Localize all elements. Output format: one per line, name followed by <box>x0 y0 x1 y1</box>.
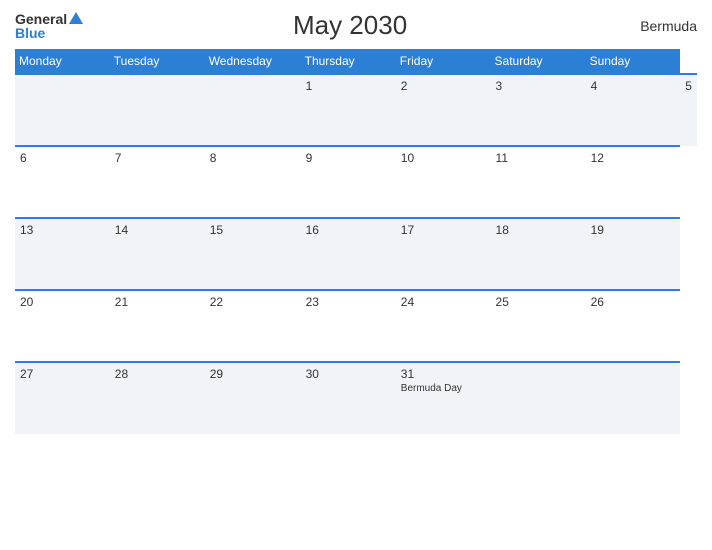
date-number: 29 <box>210 367 296 381</box>
date-number: 8 <box>210 151 296 165</box>
calendar-cell: 4 <box>586 74 681 146</box>
logo-blue-text: Blue <box>15 26 45 40</box>
col-sunday: Sunday <box>586 49 681 74</box>
date-number: 21 <box>115 295 200 309</box>
calendar-cell: 31 Bermuda Day <box>396 362 491 434</box>
calendar-cell: 15 <box>205 218 301 290</box>
calendar-cell: 8 <box>205 146 301 218</box>
week-row-1: 12345 <box>15 74 697 146</box>
date-number: 30 <box>306 367 391 381</box>
col-thursday: Thursday <box>301 49 396 74</box>
calendar-cell: 1 <box>301 74 396 146</box>
calendar-cell <box>110 74 205 146</box>
weekday-header-row: Monday Tuesday Wednesday Thursday Friday… <box>15 49 697 74</box>
logo-general-text: General <box>15 12 67 26</box>
date-number: 20 <box>20 295 105 309</box>
calendar-cell: 16 <box>301 218 396 290</box>
date-number: 12 <box>591 151 676 165</box>
date-number: 14 <box>115 223 200 237</box>
logo: General Blue <box>15 12 83 40</box>
week-row-2: 6789 10 11 12 <box>15 146 697 218</box>
region-label: Bermuda <box>617 18 697 34</box>
calendar-cell: 11 <box>491 146 586 218</box>
calendar-cell: 6 <box>15 146 110 218</box>
date-number: 15 <box>210 223 296 237</box>
event-label: Bermuda Day <box>401 383 486 394</box>
calendar-cell <box>491 362 586 434</box>
calendar-cell: 18 <box>491 218 586 290</box>
calendar-cell: 14 <box>110 218 205 290</box>
date-number: 17 <box>401 223 486 237</box>
calendar-cell: 24 <box>396 290 491 362</box>
col-tuesday: Tuesday <box>110 49 205 74</box>
calendar-cell: 10 <box>396 146 491 218</box>
calendar-cell: 22 <box>205 290 301 362</box>
calendar-cell: 2 <box>396 74 491 146</box>
date-number: 19 <box>591 223 676 237</box>
date-number: 26 <box>591 295 676 309</box>
date-number: 13 <box>20 223 105 237</box>
calendar-cell: 17 <box>396 218 491 290</box>
calendar-cell <box>15 74 110 146</box>
col-friday: Friday <box>396 49 491 74</box>
date-number: 22 <box>210 295 296 309</box>
date-number: 24 <box>401 295 486 309</box>
date-number: 1 <box>306 79 391 93</box>
col-wednesday: Wednesday <box>205 49 301 74</box>
col-saturday: Saturday <box>491 49 586 74</box>
date-number: 27 <box>20 367 105 381</box>
calendar-cell: 21 <box>110 290 205 362</box>
date-number: 6 <box>20 151 105 165</box>
date-number: 4 <box>591 79 676 93</box>
col-monday: Monday <box>15 49 110 74</box>
calendar-cell: 29 <box>205 362 301 434</box>
calendar-cell: 25 <box>491 290 586 362</box>
calendar-cell: 12 <box>586 146 681 218</box>
date-number: 3 <box>496 79 581 93</box>
calendar-cell: 3 <box>491 74 586 146</box>
calendar-cell <box>205 74 301 146</box>
calendar-table: Monday Tuesday Wednesday Thursday Friday… <box>15 49 697 434</box>
date-number: 28 <box>115 367 200 381</box>
page-title: May 2030 <box>83 10 617 41</box>
calendar-cell: 13 <box>15 218 110 290</box>
calendar-cell: 20 <box>15 290 110 362</box>
week-row-4: 20 21 22 23 24 25 26 <box>15 290 697 362</box>
calendar-cell: 19 <box>586 218 681 290</box>
calendar-cell: 27 <box>15 362 110 434</box>
calendar-cell: 9 <box>301 146 396 218</box>
logo-triangle-icon <box>69 12 83 24</box>
date-number: 7 <box>115 151 200 165</box>
date-number: 10 <box>401 151 486 165</box>
calendar-header: General Blue May 2030 Bermuda <box>15 10 697 41</box>
date-number: 5 <box>685 79 692 93</box>
calendar-cell: 7 <box>110 146 205 218</box>
calendar-cell: 26 <box>586 290 681 362</box>
date-number: 16 <box>306 223 391 237</box>
date-number: 9 <box>306 151 391 165</box>
calendar-page: General Blue May 2030 Bermuda Monday Tue… <box>0 0 712 550</box>
calendar-cell: 5 <box>680 74 697 146</box>
calendar-cell: 30 <box>301 362 396 434</box>
calendar-cell <box>586 362 681 434</box>
date-number: 23 <box>306 295 391 309</box>
week-row-3: 13 14 15 16 17 18 19 <box>15 218 697 290</box>
date-number: 31 <box>401 367 486 381</box>
date-number: 2 <box>401 79 486 93</box>
week-row-5: 27 28 29 30 31 Bermuda Day <box>15 362 697 434</box>
calendar-cell: 28 <box>110 362 205 434</box>
calendar-cell: 23 <box>301 290 396 362</box>
date-number: 25 <box>496 295 581 309</box>
date-number: 18 <box>496 223 581 237</box>
date-number: 11 <box>496 151 581 165</box>
